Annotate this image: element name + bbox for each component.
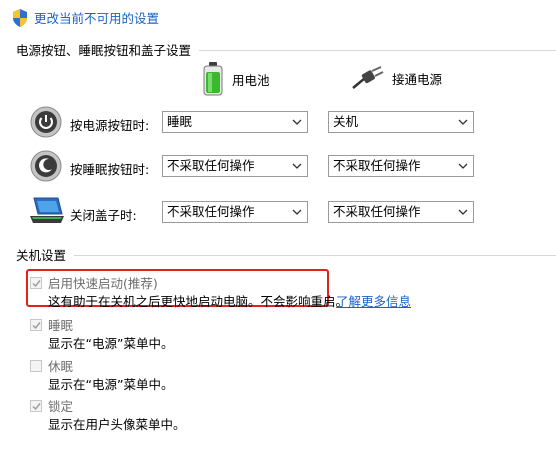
battery-column-header: 用电池 [202,62,270,96]
hibernate-option[interactable]: 休眠 [30,356,73,375]
chevron-down-icon [458,202,468,222]
change-settings-link[interactable]: 更改当前不可用的设置 [12,8,159,27]
shutdown-section-title: 关机设置 [16,248,67,263]
power-button-battery-select[interactable]: 睡眠 [162,111,308,133]
checkmark-icon [32,402,41,410]
lock-description: 显示在用户头像菜单中。 [48,417,186,432]
checkmark-icon [32,321,41,329]
sleep-button-battery-select[interactable]: 不采取任何操作 [162,155,308,177]
hibernate-label: 休眠 [48,359,74,374]
change-settings-label[interactable]: 更改当前不可用的设置 [34,8,159,27]
fast-startup-option[interactable]: 启用快速启动(推荐) [30,273,158,292]
sleep-button-plugged-select[interactable]: 不采取任何操作 [328,155,474,177]
chevron-down-icon [292,156,302,176]
chevron-down-icon [292,202,302,222]
lid-close-battery-value: 不采取任何操作 [167,204,255,219]
chevron-down-icon [292,112,302,132]
sleep-description: 显示在“电源”菜单中。 [48,336,174,351]
shutdown-section-heading: 关机设置 [16,245,556,264]
uac-shield-icon [13,8,27,27]
lid-close-plugged-select[interactable]: 不采取任何操作 [328,201,474,223]
power-button-plugged-select[interactable]: 关机 [328,111,474,133]
lock-label: 锁定 [48,399,74,414]
lock-option[interactable]: 锁定 [30,396,73,415]
sleep-button-battery-value: 不采取任何操作 [167,158,255,173]
fast-startup-checkbox[interactable] [30,276,42,289]
chevron-down-icon [458,156,468,176]
lid-close-plugged-value: 不采取任何操作 [333,204,421,219]
plugged-column-label: 接通电源 [392,71,443,87]
buttons-section-heading: 电源按钮、睡眠按钮和盖子设置 [16,40,556,59]
power-button-battery-value: 睡眠 [167,114,193,129]
fast-startup-desc-text: 这有助于在关机之后更快地启动电脑。不会影响重启。 [48,294,349,309]
power-plug-icon [352,66,384,89]
lock-checkbox[interactable] [30,399,42,412]
laptop-lid-icon [30,197,64,223]
sleep-button-label: 按睡眠按钮时: [70,162,150,177]
fast-startup-label: 启用快速启动(推荐) [48,276,158,291]
buttons-section-title: 电源按钮、睡眠按钮和盖子设置 [16,43,192,58]
sleep-option[interactable]: 睡眠 [30,315,73,334]
hibernate-checkbox[interactable] [30,359,42,372]
lid-close-label: 关闭盖子时: [70,208,137,223]
fast-startup-description: 这有助于在关机之后更快地启动电脑。不会影响重启。 [48,291,348,310]
section-divider [74,255,556,256]
battery-column-label: 用电池 [232,72,270,88]
section-divider [199,50,556,51]
power-button-plugged-value: 关机 [333,114,359,129]
learn-more-link[interactable]: 了解更多信息 [336,291,411,310]
sleep-button-icon [30,150,62,182]
lid-close-battery-select[interactable]: 不采取任何操作 [162,201,308,223]
sleep-label: 睡眠 [48,318,74,333]
plugged-column-header: 接通电源 [352,66,442,90]
sleep-checkbox[interactable] [30,318,42,331]
hibernate-description: 显示在“电源”菜单中。 [48,377,174,392]
power-button-label: 按电源按钮时: [70,118,150,133]
chevron-down-icon [458,112,468,132]
power-button-icon [30,106,62,138]
checkmark-icon [32,279,41,287]
battery-icon [203,62,223,96]
sleep-button-plugged-value: 不采取任何操作 [333,158,421,173]
